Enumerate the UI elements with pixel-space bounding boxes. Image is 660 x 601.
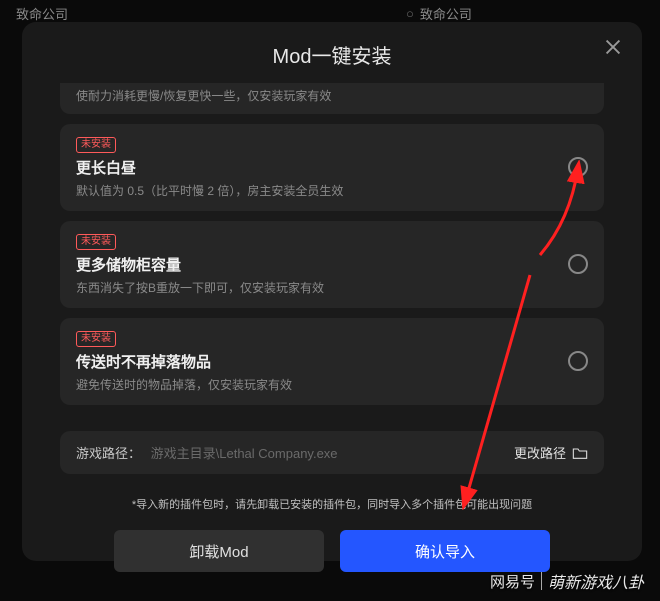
mod-item[interactable]: 未安装 更多储物柜容量 东西消失了按B重放一下即可，仅安装玩家有效 <box>60 221 604 308</box>
radio-select[interactable] <box>568 157 588 177</box>
radio-select[interactable] <box>568 351 588 371</box>
radio-select[interactable] <box>568 254 588 274</box>
button-row: 卸载Mod 确认导入 <box>60 530 604 572</box>
bg-tab-label: 致命公司 <box>16 4 68 23</box>
path-label: 游戏路径： <box>76 446 141 461</box>
warning-text: *导入新的插件包时，请先卸载已安装的插件包，同时导入多个插件包可能出现问题 <box>60 496 604 512</box>
install-tag: 未安装 <box>76 234 116 250</box>
mod-item[interactable]: 未安装 更长白昼 默认值为 0.5（比平时慢 2 倍），房主安装全员生效 <box>60 124 604 211</box>
mod-desc: 避免传送时的物品掉落，仅安装玩家有效 <box>76 376 568 393</box>
bg-tab: ○ 致命公司 <box>406 4 472 23</box>
mod-name: 更多储物柜容量 <box>76 254 568 275</box>
mod-desc: 东西消失了按B重放一下即可，仅安装玩家有效 <box>76 279 568 296</box>
install-tag: 未安装 <box>76 331 116 347</box>
modal-title: Mod一键安装 <box>60 40 604 69</box>
mod-list: 使耐力消耗更慢/恢复更快一些，仅安装玩家有效 未安装 更长白昼 默认值为 0.5… <box>60 83 604 415</box>
uninstall-button[interactable]: 卸载Mod <box>114 530 324 572</box>
mod-item-partial[interactable]: 使耐力消耗更慢/恢复更快一些，仅安装玩家有效 <box>60 83 604 114</box>
watermark-author: 萌新游戏八卦 <box>548 569 644 593</box>
path-value: 游戏主目录\Lethal Company.exe <box>151 446 338 461</box>
change-path-button[interactable]: 更改路径 <box>514 443 588 462</box>
watermark: 网易号 萌新游戏八卦 <box>490 569 644 593</box>
mod-desc: 默认值为 0.5（比平时慢 2 倍），房主安装全员生效 <box>76 182 568 199</box>
install-tag: 未安装 <box>76 137 116 153</box>
confirm-button[interactable]: 确认导入 <box>340 530 550 572</box>
mod-install-modal: Mod一键安装 使耐力消耗更慢/恢复更快一些，仅安装玩家有效 未安装 更长白昼 … <box>22 22 642 561</box>
folder-icon <box>572 446 588 460</box>
close-icon <box>602 36 624 58</box>
background-tabs: 致命公司 ○ 致命公司 <box>0 4 660 23</box>
mod-desc: 使耐力消耗更慢/恢复更快一些，仅安装玩家有效 <box>76 89 331 103</box>
bg-tab-label: 致命公司 <box>420 4 472 23</box>
watermark-source: 网易号 <box>490 571 535 592</box>
mod-name: 更长白昼 <box>76 157 568 178</box>
mod-item[interactable]: 未安装 传送时不再掉落物品 避免传送时的物品掉落，仅安装玩家有效 <box>60 318 604 405</box>
bg-tab: 致命公司 <box>16 4 68 23</box>
close-button[interactable] <box>602 36 624 58</box>
change-path-label: 更改路径 <box>514 443 566 462</box>
mod-name: 传送时不再掉落物品 <box>76 351 568 372</box>
game-path-row: 游戏路径： 游戏主目录\Lethal Company.exe 更改路径 <box>60 431 604 474</box>
